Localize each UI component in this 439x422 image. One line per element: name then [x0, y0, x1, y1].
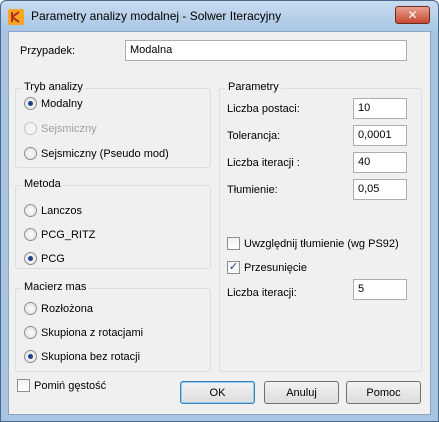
radio-seismic-pseudo-label: Sejsmiczny (Pseudo mod)	[41, 147, 169, 160]
omit-density-checkbox[interactable]: Pomiń gęstość	[17, 379, 106, 392]
tolerance-field[interactable]: 0,0001	[353, 125, 407, 146]
dialog-window: Parametry analizy modalnej - Solwer Iter…	[0, 0, 439, 422]
modes-count-label: Liczba postaci:	[227, 103, 300, 115]
iterations-field[interactable]: 40	[353, 152, 407, 173]
radio-lumped-no-rot-label: Skupiona bez rotacji	[41, 350, 141, 363]
radio-pcg-ritz[interactable]: PCG_RITZ	[24, 228, 95, 241]
app-logo-icon	[8, 9, 24, 25]
mass-matrix-title: Macierz mas	[22, 281, 89, 293]
case-field[interactable]: Modalna	[125, 40, 407, 61]
shift-label: Przesunięcie	[244, 261, 307, 274]
iterations-label: Liczba iteracji :	[227, 157, 300, 169]
omit-density-label: Pomiń gęstość	[34, 379, 107, 392]
analysis-mode-title: Tryb analizy	[22, 81, 85, 93]
radio-selected-icon	[24, 252, 37, 265]
radio-modal[interactable]: Modalny	[24, 97, 83, 110]
include-damping-label: Uwzględnij tłumienie (wg PS92)	[244, 237, 399, 250]
radio-distributed-label: Rozłożona	[41, 302, 93, 315]
radio-selected-icon	[24, 97, 37, 110]
radio-pcg-ritz-label: PCG_RITZ	[41, 228, 96, 241]
radio-icon	[24, 147, 37, 160]
include-damping-checkbox[interactable]: Uwzględnij tłumienie (wg PS92)	[227, 237, 399, 250]
method-title: Metoda	[22, 178, 63, 190]
radio-seismic-pseudo[interactable]: Sejsmiczny (Pseudo mod)	[24, 147, 169, 160]
close-icon: ✕	[407, 8, 418, 22]
radio-seismic-label: Sejsmiczny	[41, 122, 97, 135]
damping-field[interactable]: 0,05	[353, 179, 407, 200]
radio-selected-icon	[24, 350, 37, 363]
dialog-body: Przypadek: Modalna Tryb analizy Modalny …	[8, 31, 431, 415]
radio-seismic[interactable]: Sejsmiczny	[24, 122, 97, 135]
radio-distributed[interactable]: Rozłożona	[24, 302, 93, 315]
radio-lumped-rot[interactable]: Skupiona z rotacjami	[24, 326, 143, 339]
checkbox-icon	[17, 379, 30, 392]
radio-lanczos-label: Lanczos	[41, 204, 82, 217]
shift-iterations-field[interactable]: 5	[353, 279, 407, 300]
radio-modal-label: Modalny	[41, 97, 83, 110]
window-title: Parametry analizy modalnej - Solwer Iter…	[31, 9, 282, 23]
help-button[interactable]: Pomoc	[346, 381, 421, 404]
radio-lumped-rot-label: Skupiona z rotacjami	[41, 326, 144, 339]
modes-count-field[interactable]: 10	[353, 98, 407, 119]
radio-pcg-label: PCG	[41, 252, 65, 265]
damping-label: Tłumienie:	[227, 184, 278, 196]
checkbox-icon	[227, 237, 240, 250]
tolerance-label: Tolerancja:	[227, 130, 281, 142]
ok-button[interactable]: OK	[180, 381, 255, 404]
close-button[interactable]: ✕	[395, 6, 430, 24]
title-bar[interactable]: Parametry analizy modalnej - Solwer Iter…	[1, 1, 438, 31]
radio-icon	[24, 204, 37, 217]
radio-icon	[24, 326, 37, 339]
parameters-title: Parametry	[226, 81, 281, 93]
shift-checkbox[interactable]: ✓ Przesunięcie	[227, 261, 307, 274]
radio-lumped-no-rot[interactable]: Skupiona bez rotacji	[24, 350, 140, 363]
radio-icon	[24, 302, 37, 315]
case-label: Przypadek:	[20, 45, 76, 57]
radio-lanczos[interactable]: Lanczos	[24, 204, 82, 217]
radio-pcg[interactable]: PCG	[24, 252, 65, 265]
radio-icon	[24, 122, 37, 135]
shift-iterations-label: Liczba iteracji:	[227, 287, 297, 299]
radio-icon	[24, 228, 37, 241]
checkmark-icon: ✓	[227, 261, 240, 274]
cancel-button[interactable]: Anuluj	[264, 381, 339, 404]
